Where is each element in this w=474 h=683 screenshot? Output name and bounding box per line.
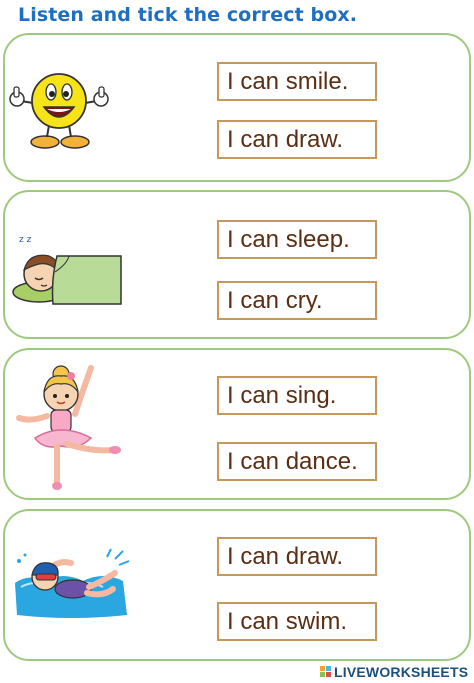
option-box-draw[interactable]: I can draw. — [217, 120, 377, 159]
swimming-girl-illustration — [15, 548, 130, 618]
option-box-swim[interactable]: I can swim. — [217, 602, 377, 641]
exercise-panel-1: I can smile. I can draw. — [3, 33, 471, 182]
exercise-panel-2: z z I can sleep. I can cry. — [3, 190, 471, 339]
option-box-dance[interactable]: I can dance. — [217, 442, 377, 481]
sleeping-boy-illustration: z z — [12, 235, 122, 305]
option-box-sleep[interactable]: I can sleep. — [217, 220, 377, 259]
exercise-panel-3: I can sing. I can dance. — [3, 348, 471, 500]
liveworksheets-logo-icon — [320, 666, 331, 677]
ballerina-girl-illustration — [16, 365, 121, 490]
smiley-thumbs-up-illustration — [9, 73, 109, 149]
option-box-smile[interactable]: I can smile. — [217, 62, 377, 101]
exercise-panel-4: I can draw. I can swim. — [3, 509, 471, 661]
option-box-sing[interactable]: I can sing. — [217, 376, 377, 415]
option-box-cry[interactable]: I can cry. — [217, 281, 377, 320]
svg-text:z z: z z — [19, 235, 32, 245]
brand-label: LIVEWORKSHEETS — [334, 664, 469, 680]
instruction-heading: Listen and tick the correct box. — [18, 4, 358, 26]
option-box-draw-2[interactable]: I can draw. — [217, 537, 377, 576]
liveworksheets-brand: LIVEWORKSHEETS — [320, 664, 468, 680]
